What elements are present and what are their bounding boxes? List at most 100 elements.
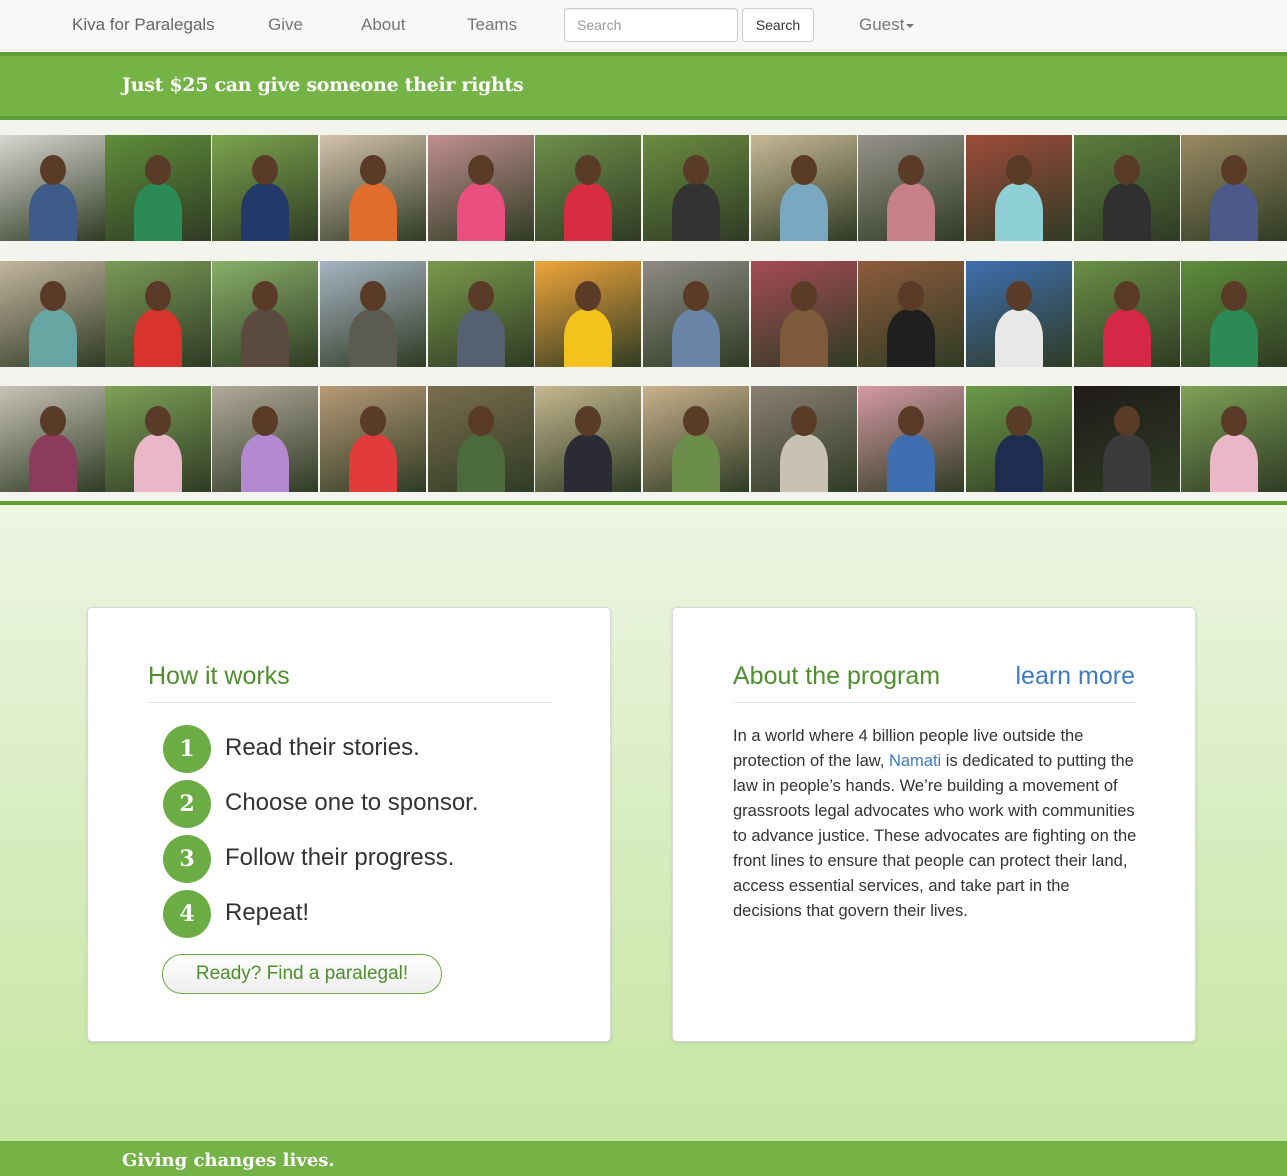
borrower-photo[interactable] bbox=[535, 135, 641, 241]
head-icon bbox=[791, 406, 817, 436]
person-icon bbox=[29, 309, 77, 367]
guest-menu[interactable]: Guest bbox=[859, 14, 915, 36]
person-icon bbox=[672, 309, 720, 367]
caret-down-icon bbox=[906, 23, 915, 28]
step-3-number: 3 bbox=[163, 835, 211, 883]
footer-text: Giving changes lives. bbox=[122, 1150, 335, 1171]
borrower-photo[interactable] bbox=[643, 261, 749, 367]
borrower-photo[interactable] bbox=[1181, 386, 1287, 492]
head-icon bbox=[1221, 281, 1247, 311]
step-2-number: 2 bbox=[163, 780, 211, 828]
borrower-photo[interactable] bbox=[1074, 135, 1180, 241]
person-icon bbox=[1103, 434, 1151, 492]
borrower-photo[interactable] bbox=[535, 261, 641, 367]
borrower-photo[interactable] bbox=[320, 386, 426, 492]
head-icon bbox=[1114, 281, 1140, 311]
nav-teams-link[interactable]: Teams bbox=[467, 14, 517, 36]
head-icon bbox=[683, 281, 709, 311]
borrower-photo[interactable] bbox=[320, 261, 426, 367]
brand-link[interactable]: Kiva for Paralegals bbox=[72, 14, 215, 36]
hero-banner: Just $25 can give someone their rights bbox=[0, 52, 1287, 120]
person-icon bbox=[1210, 434, 1258, 492]
head-icon bbox=[1006, 155, 1032, 185]
person-icon bbox=[241, 183, 289, 241]
borrower-photo[interactable] bbox=[535, 386, 641, 492]
borrower-photo[interactable] bbox=[212, 386, 318, 492]
borrower-photo[interactable] bbox=[966, 135, 1072, 241]
person-icon bbox=[1103, 309, 1151, 367]
head-icon bbox=[360, 155, 386, 185]
borrower-photo[interactable] bbox=[212, 135, 318, 241]
step-3: 3 Follow their progress. bbox=[163, 835, 543, 883]
nav-give-link[interactable]: Give bbox=[268, 14, 303, 36]
search-input[interactable] bbox=[564, 8, 738, 42]
borrower-photo[interactable] bbox=[751, 135, 857, 241]
person-icon bbox=[780, 309, 828, 367]
borrower-photo[interactable] bbox=[858, 135, 964, 241]
borrower-photo[interactable] bbox=[428, 261, 534, 367]
photo-row bbox=[0, 135, 1287, 241]
borrower-photo[interactable] bbox=[0, 261, 106, 367]
head-icon bbox=[1221, 155, 1247, 185]
borrower-photo[interactable] bbox=[1074, 386, 1180, 492]
person-icon bbox=[241, 309, 289, 367]
search-button[interactable]: Search bbox=[742, 8, 814, 42]
head-icon bbox=[145, 406, 171, 436]
head-icon bbox=[145, 281, 171, 311]
borrower-photo[interactable] bbox=[105, 261, 211, 367]
nav-about-link[interactable]: About bbox=[361, 14, 405, 36]
head-icon bbox=[40, 281, 66, 311]
borrower-photo[interactable] bbox=[643, 135, 749, 241]
head-icon bbox=[1006, 281, 1032, 311]
head-icon bbox=[1114, 155, 1140, 185]
borrower-photo[interactable] bbox=[320, 135, 426, 241]
borrower-photo[interactable] bbox=[428, 135, 534, 241]
step-3-text: Follow their progress. bbox=[225, 844, 455, 871]
step-4-number: 4 bbox=[163, 890, 211, 938]
about-program-text: In a world where 4 billion people live o… bbox=[733, 724, 1137, 924]
head-icon bbox=[468, 406, 494, 436]
borrower-photo[interactable] bbox=[858, 386, 964, 492]
borrower-photo[interactable] bbox=[751, 386, 857, 492]
head-icon bbox=[145, 155, 171, 185]
head-icon bbox=[575, 281, 601, 311]
person-icon bbox=[887, 183, 935, 241]
borrower-photo[interactable] bbox=[105, 135, 211, 241]
borrower-photo[interactable] bbox=[0, 135, 106, 241]
person-icon bbox=[672, 434, 720, 492]
borrower-photo[interactable] bbox=[212, 261, 318, 367]
learn-more-link[interactable]: learn more bbox=[1016, 662, 1136, 691]
borrower-photo[interactable] bbox=[1181, 261, 1287, 367]
borrower-photo-strip bbox=[0, 122, 1287, 505]
borrower-photo[interactable] bbox=[643, 386, 749, 492]
borrower-photo[interactable] bbox=[0, 386, 106, 492]
borrower-photo[interactable] bbox=[966, 386, 1072, 492]
person-icon bbox=[995, 309, 1043, 367]
step-4-text: Repeat! bbox=[225, 899, 310, 926]
head-icon bbox=[252, 155, 278, 185]
head-icon bbox=[252, 281, 278, 311]
borrower-photo[interactable] bbox=[966, 261, 1072, 367]
borrower-photo[interactable] bbox=[858, 261, 964, 367]
borrower-photo[interactable] bbox=[751, 261, 857, 367]
namati-link[interactable]: Namati bbox=[889, 752, 941, 770]
person-icon bbox=[887, 434, 935, 492]
find-paralegal-button[interactable]: Ready? Find a paralegal! bbox=[162, 954, 442, 994]
guest-menu-label: Guest bbox=[859, 15, 905, 34]
person-icon bbox=[1210, 183, 1258, 241]
head-icon bbox=[898, 281, 924, 311]
step-1: 1 Read their stories. bbox=[163, 725, 543, 773]
person-icon bbox=[29, 183, 77, 241]
person-icon bbox=[349, 309, 397, 367]
head-icon bbox=[1221, 406, 1247, 436]
head-icon bbox=[791, 281, 817, 311]
head-icon bbox=[360, 281, 386, 311]
head-icon bbox=[252, 406, 278, 436]
borrower-photo[interactable] bbox=[105, 386, 211, 492]
borrower-photo[interactable] bbox=[1181, 135, 1287, 241]
borrower-photo[interactable] bbox=[428, 386, 534, 492]
person-icon bbox=[887, 309, 935, 367]
step-1-text: Read their stories. bbox=[225, 734, 420, 761]
borrower-photo[interactable] bbox=[1074, 261, 1180, 367]
person-icon bbox=[564, 434, 612, 492]
